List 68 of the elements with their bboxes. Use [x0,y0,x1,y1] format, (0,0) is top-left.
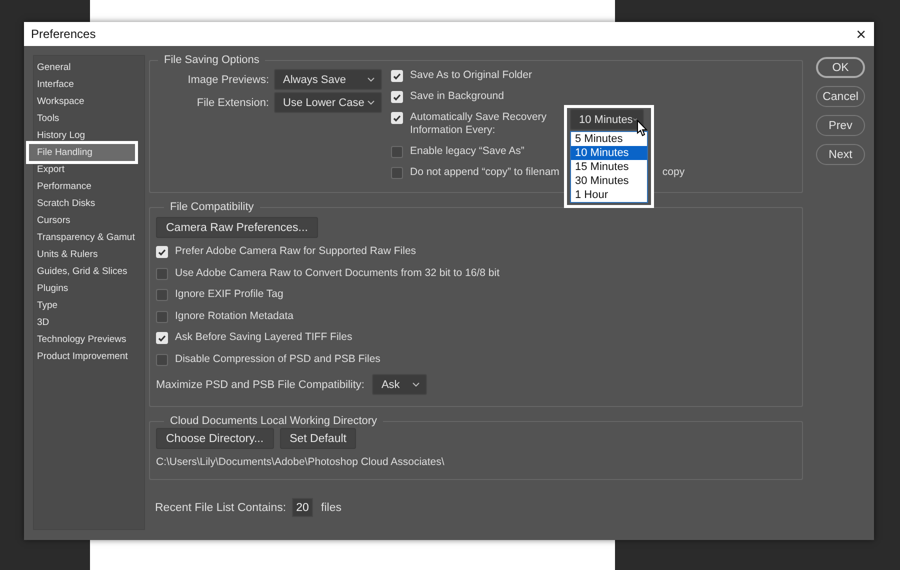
checkbox[interactable] [391,146,403,158]
checkbox[interactable] [156,310,168,322]
sidebar-item[interactable]: 3D [34,314,144,331]
checkbox-label: Use Adobe Camera Raw to Convert Documents from 32 bit to 16/8 bit [175,266,500,280]
checkbox-label: copy [662,166,685,179]
sidebar-item[interactable]: Guides, Grid & Slices [34,263,144,280]
checkbox-label: Disable Compression of PSD and PSB Files [175,352,380,366]
sidebar-item[interactable]: Units & Rulers [34,246,144,263]
section-title: File Saving Options [163,54,260,66]
checkbox[interactable] [156,268,168,280]
sidebar-item[interactable]: Export [34,161,144,178]
sidebar-item[interactable]: Technology Previews [34,331,144,348]
checkbox-label: Save As to Original Folder [410,69,532,82]
number-field[interactable]: 20 [292,498,314,517]
window-title: Preferences [31,27,96,41]
directory-button[interactable]: Choose Directory... [156,428,274,449]
dropdown[interactable]: Use Lower Case [274,92,382,113]
checkbox-label: Ask Before Saving Layered TIFF Files [175,331,352,344]
dialog-button[interactable]: Cancel [816,86,865,107]
sidebar-item[interactable]: History Log [34,127,144,144]
dropdown-option[interactable]: 5 Minutes [571,132,647,146]
checkbox-label: Ignore EXIF Profile Tag [175,288,284,301]
sidebar-item[interactable]: File Handling [29,144,135,161]
sidebar-item[interactable]: Type [34,297,144,314]
dropdown[interactable]: 10 Minutes [570,109,644,130]
camera-raw-button[interactable]: Camera Raw Preferences... [156,217,318,238]
sidebar-item[interactable]: Product Improvement [34,348,144,365]
dialog-button[interactable]: OK [816,57,865,78]
sidebar-item[interactable]: Tools [34,110,144,127]
sidebar-item[interactable]: Performance [34,178,144,195]
caret-icon [367,77,375,82]
close-button[interactable]: × [856,26,866,42]
dropdown-option[interactable]: 30 Minutes [571,174,647,188]
sidebar-item[interactable]: Transparency & Gamut [34,229,144,246]
checkbox-label: Ignore Rotation Metadata [175,310,294,322]
dialog-button[interactable]: Prev [816,115,865,136]
checkbox-label: Save in Background [410,90,504,103]
directory-path: C:\Users\Lily\Documents\Adobe\Photoshop Cloud Associates\ [156,456,446,468]
field-label: File Extension: [196,96,269,108]
sidebar-item[interactable]: Plugins [34,280,144,297]
caret-icon [412,382,420,387]
section-title: Cloud Documents Local Working Directory [169,415,378,427]
dropdown-option[interactable]: 1 Hour [571,188,647,202]
checkbox[interactable] [391,167,403,179]
checkbox-label: Prefer Adobe Camera Raw for Supported Raw Files [175,245,416,258]
checkbox-label: Automatically Save Recovery Information Every: [410,111,548,137]
field-label: Image Previews: [188,74,269,86]
field-label: Maximize PSD and PSB File Compatibility: [156,378,364,390]
checkbox-label: Do not append “copy” to filenam [410,166,560,179]
sidebar-item[interactable]: Interface [34,76,144,93]
dropdown-option[interactable]: 10 Minutes [571,146,647,160]
checkbox[interactable] [156,354,168,366]
dialog-button[interactable]: Next [816,144,865,165]
directory-button[interactable]: Set Default [280,428,356,449]
checkbox[interactable] [156,289,168,301]
dropdown-option[interactable]: 15 Minutes [571,160,647,174]
checkbox-label: Enable legacy “Save As” [410,145,524,158]
section-title: File Compatibility [169,201,255,213]
field-label: Recent File List Contains: [155,502,286,514]
unit-label: files [321,502,342,514]
sidebar-item[interactable]: Cursors [34,212,144,229]
sidebar-item[interactable]: General [34,59,144,76]
sidebar-item[interactable]: Workspace [34,93,144,110]
caret-icon [367,100,375,105]
dropdown[interactable]: Ask [372,374,428,395]
sidebar-item[interactable]: Scratch Disks [34,195,144,212]
dropdown[interactable]: Always Save [274,69,382,90]
caret-icon [632,117,637,122]
